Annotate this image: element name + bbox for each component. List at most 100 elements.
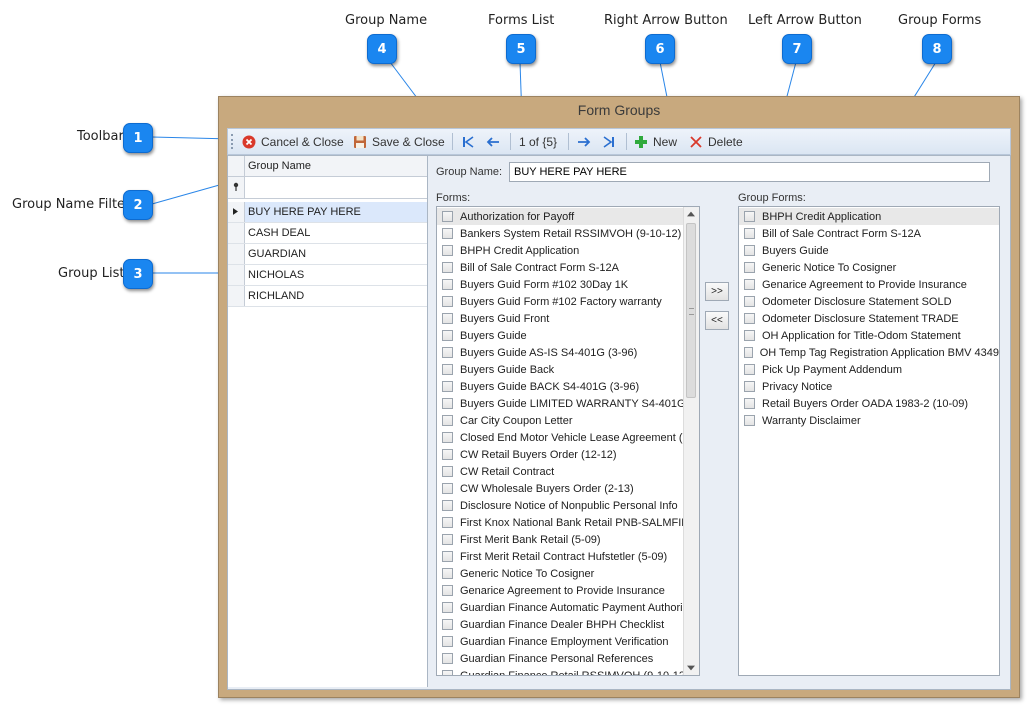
item-checkbox[interactable] (744, 313, 755, 324)
list-item[interactable]: Buyers Guide Back (437, 361, 699, 378)
list-item[interactable]: CW Retail Contract (437, 463, 699, 480)
last-record-button[interactable] (602, 133, 621, 150)
list-item[interactable]: Odometer Disclosure Statement TRADE (739, 310, 999, 327)
item-checkbox[interactable] (744, 381, 755, 392)
new-button[interactable]: New (634, 133, 677, 150)
toolbar-grip[interactable] (231, 134, 235, 149)
item-checkbox[interactable] (744, 262, 755, 273)
list-item[interactable]: Buyers Guide (739, 242, 999, 259)
list-item[interactable]: OH Application for Title-Odom Statement (739, 327, 999, 344)
list-item[interactable]: Buyers Guide (437, 327, 699, 344)
list-item[interactable]: Warranty Disclaimer (739, 412, 999, 429)
save-close-button[interactable]: Save & Close (353, 133, 445, 150)
item-checkbox[interactable] (442, 670, 453, 675)
list-item[interactable]: Guardian Finance Employment Verification (437, 633, 699, 650)
item-checkbox[interactable] (442, 466, 453, 477)
list-item[interactable]: OH Temp Tag Registration Application BMV… (739, 344, 999, 361)
first-record-button[interactable] (461, 133, 480, 150)
item-checkbox[interactable] (744, 279, 755, 290)
item-checkbox[interactable] (744, 347, 753, 358)
list-item[interactable]: CW Retail Buyers Order (12-12) (437, 446, 699, 463)
grid-column-header-group-name[interactable]: Group Name (248, 160, 311, 172)
delete-button[interactable]: Delete (689, 133, 743, 150)
item-checkbox[interactable] (442, 449, 453, 460)
item-checkbox[interactable] (744, 330, 755, 341)
list-item[interactable]: Privacy Notice (739, 378, 999, 395)
list-item[interactable]: Buyers Guide BACK S4-401G (3-96) (437, 378, 699, 395)
item-checkbox[interactable] (442, 534, 453, 545)
list-item[interactable]: First Knox National Bank Retail PNB-SALM… (437, 514, 699, 531)
list-item[interactable]: BHPH Credit Application (739, 208, 999, 225)
list-item[interactable]: Buyers Guid Front (437, 310, 699, 327)
group-row-guardian[interactable]: GUARDIAN (228, 244, 427, 265)
list-item[interactable]: Generic Notice To Cosigner (437, 565, 699, 582)
item-checkbox[interactable] (442, 245, 453, 256)
item-checkbox[interactable] (744, 296, 755, 307)
right-arrow-button[interactable]: >> (705, 282, 729, 301)
next-record-button[interactable] (577, 133, 596, 150)
item-checkbox[interactable] (442, 279, 453, 290)
item-checkbox[interactable] (744, 245, 755, 256)
item-checkbox[interactable] (442, 415, 453, 426)
group-row-nicholas[interactable]: NICHOLAS (228, 265, 427, 286)
list-item[interactable]: Buyers Guid Form #102 Factory warranty (437, 293, 699, 310)
item-checkbox[interactable] (442, 211, 453, 222)
item-checkbox[interactable] (744, 364, 755, 375)
list-item[interactable]: Guardian Finance Dealer BHPH Checklist (437, 616, 699, 633)
item-checkbox[interactable] (442, 517, 453, 528)
list-item[interactable]: Buyers Guide LIMITED WARRANTY S4-401G ( (437, 395, 699, 412)
list-item[interactable]: Guardian Finance Retail RSSIMVOH (9-10-1… (437, 667, 699, 675)
list-item[interactable]: Odometer Disclosure Statement SOLD (739, 293, 999, 310)
item-checkbox[interactable] (442, 364, 453, 375)
scroll-up-icon[interactable] (687, 211, 695, 217)
list-item[interactable]: Authorization for Payoff (437, 208, 699, 225)
item-checkbox[interactable] (442, 432, 453, 443)
item-checkbox[interactable] (442, 653, 453, 664)
list-item[interactable]: Genarice Agreement to Provide Insurance (739, 276, 999, 293)
forms-scroll-thumb[interactable] (686, 223, 696, 398)
list-item[interactable]: Bill of Sale Contract Form S-12A (437, 259, 699, 276)
list-item[interactable]: Disclosure Notice of Nonpublic Personal … (437, 497, 699, 514)
left-arrow-button[interactable]: << (705, 311, 729, 330)
item-checkbox[interactable] (442, 636, 453, 647)
list-item[interactable]: Guardian Finance Automatic Payment Autho… (437, 599, 699, 616)
item-checkbox[interactable] (442, 381, 453, 392)
previous-record-button[interactable] (486, 133, 505, 150)
item-checkbox[interactable] (744, 398, 755, 409)
item-checkbox[interactable] (442, 602, 453, 613)
item-checkbox[interactable] (442, 551, 453, 562)
list-item[interactable]: Closed End Motor Vehicle Lease Agreement… (437, 429, 699, 446)
group-row-buy-here-pay-here[interactable]: BUY HERE PAY HERE (228, 202, 427, 223)
forms-scrollbar[interactable] (683, 207, 699, 675)
group-name-input[interactable] (509, 162, 990, 182)
list-item[interactable]: First Merit Retail Contract Hufstetler (… (437, 548, 699, 565)
item-checkbox[interactable] (744, 228, 755, 239)
list-item[interactable]: Bill of Sale Contract Form S-12A (739, 225, 999, 242)
list-item[interactable]: Pick Up Payment Addendum (739, 361, 999, 378)
list-item[interactable]: Generic Notice To Cosigner (739, 259, 999, 276)
list-item[interactable]: Retail Buyers Order OADA 1983-2 (10-09) (739, 395, 999, 412)
list-item[interactable]: CW Wholesale Buyers Order (2-13) (437, 480, 699, 497)
list-item[interactable]: Bankers System Retail RSSIMVOH (9-10-12) (437, 225, 699, 242)
list-item[interactable]: First Merit Bank Retail (5-09) (437, 531, 699, 548)
item-checkbox[interactable] (442, 347, 453, 358)
list-item[interactable]: Buyers Guid Form #102 30Day 1K (437, 276, 699, 293)
group-row-richland[interactable]: RICHLAND (228, 286, 427, 307)
list-item[interactable]: Car City Coupon Letter (437, 412, 699, 429)
cancel-close-button[interactable]: Cancel & Close (242, 133, 344, 150)
item-checkbox[interactable] (442, 330, 453, 341)
list-item[interactable]: Buyers Guide AS-IS S4-401G (3-96) (437, 344, 699, 361)
item-checkbox[interactable] (442, 398, 453, 409)
item-checkbox[interactable] (442, 500, 453, 511)
item-checkbox[interactable] (442, 228, 453, 239)
item-checkbox[interactable] (442, 483, 453, 494)
list-item[interactable]: Guardian Finance Personal References (437, 650, 699, 667)
item-checkbox[interactable] (442, 313, 453, 324)
item-checkbox[interactable] (744, 211, 755, 222)
group-name-filter-input[interactable] (246, 178, 428, 197)
item-checkbox[interactable] (442, 262, 453, 273)
item-checkbox[interactable] (442, 585, 453, 596)
scroll-down-icon[interactable] (687, 665, 695, 671)
item-checkbox[interactable] (442, 619, 453, 630)
list-item[interactable]: BHPH Credit Application (437, 242, 699, 259)
